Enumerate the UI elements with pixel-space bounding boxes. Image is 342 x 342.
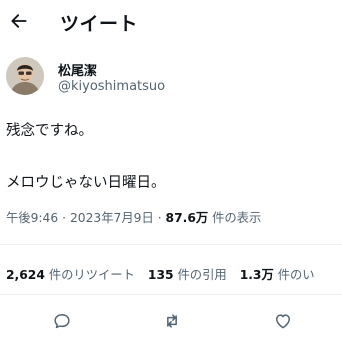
meta-separator: · <box>153 211 166 225</box>
user-avatar-image <box>6 57 44 95</box>
retweet-button[interactable] <box>157 306 187 336</box>
tweet-actions <box>0 306 342 336</box>
display-name[interactable]: 松尾潔 <box>58 60 97 79</box>
retweet-icon <box>167 314 177 328</box>
arrow-left-icon <box>11 14 27 28</box>
views-label: 件の表示 <box>208 211 262 225</box>
like-button[interactable] <box>268 306 298 336</box>
reply-button[interactable] <box>47 306 77 336</box>
heart-icon <box>276 314 290 329</box>
tweet-text: 残念ですね。 メロウじゃない日曜日。 <box>6 118 336 196</box>
tweet-stats: 2,624 件のリツイート 135 件の引用 1.3万 件のい <box>6 265 342 283</box>
quotes-stat[interactable]: 135 件の引用 <box>148 265 227 283</box>
likes-count: 1.3万 <box>239 268 274 282</box>
tweet-time[interactable]: 午後9:46 <box>6 211 58 225</box>
likes-stat[interactable]: 1.3万 件のい <box>240 265 315 283</box>
divider <box>0 244 342 245</box>
retweets-count: 2,624 <box>6 268 45 282</box>
quotes-label: 件の引用 <box>173 268 227 282</box>
tweet-date[interactable]: 2023年7月9日 <box>70 211 154 225</box>
tweet-line: 残念ですね。 <box>6 123 93 139</box>
tweet-author: 松尾潔 @kiyoshimatsuo <box>6 57 336 101</box>
top-bar: ツイート <box>0 0 342 44</box>
user-handle[interactable]: @kiyoshimatsuo <box>58 79 165 94</box>
back-button[interactable] <box>6 8 32 34</box>
meta-separator: · <box>58 211 70 225</box>
tweet-line: メロウじゃない日曜日。 <box>6 175 166 191</box>
views-count: 87.6万 <box>165 211 209 225</box>
retweets-label: 件のリツイート <box>44 268 135 282</box>
divider <box>0 294 342 295</box>
quotes-count: 135 <box>147 268 174 282</box>
tweet-meta: 午後9:46 · 2023年7月9日 · 87.6万 件の表示 <box>6 208 342 226</box>
page-title: ツイート <box>60 13 139 35</box>
avatar[interactable] <box>6 57 44 95</box>
reply-icon <box>54 314 70 329</box>
likes-label: 件のい <box>273 268 315 282</box>
retweets-stat[interactable]: 2,624 件のリツイート <box>6 265 135 283</box>
